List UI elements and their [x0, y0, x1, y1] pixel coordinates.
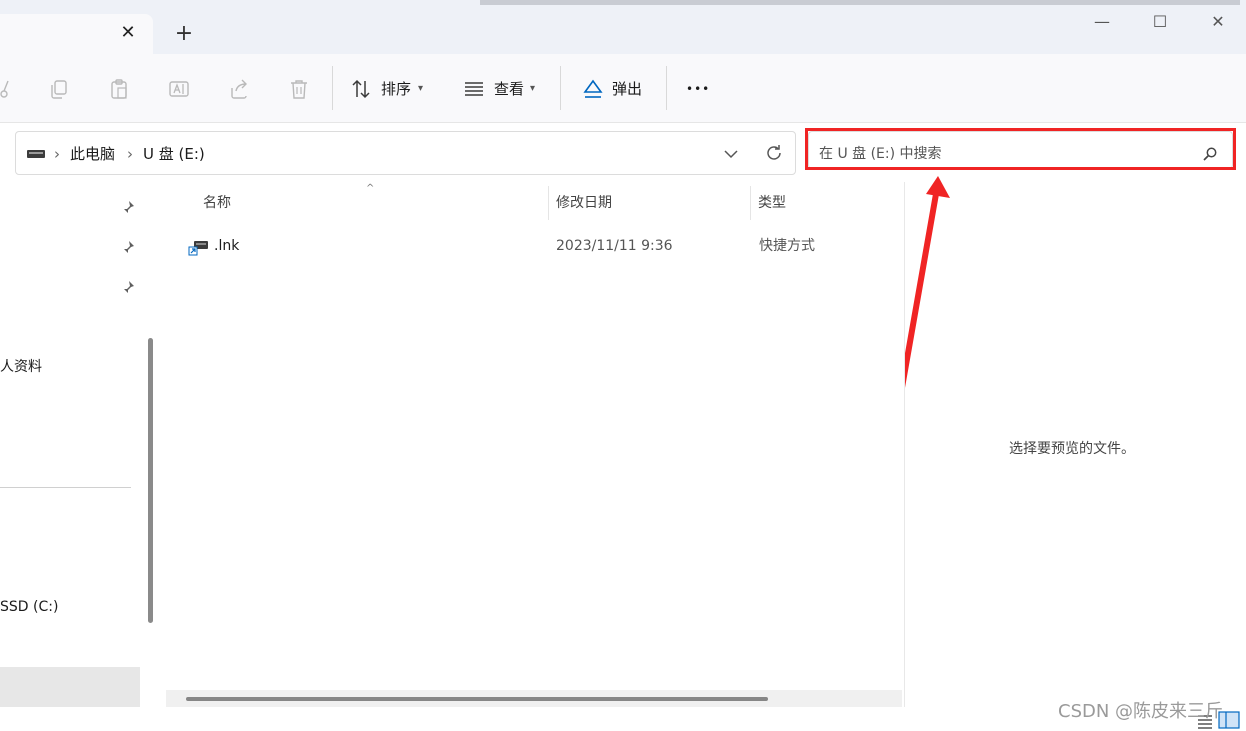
view-button[interactable]: 查看 [494, 78, 524, 100]
minimize-button[interactable]: — [1082, 10, 1122, 34]
view-chevron-icon: ▾ [530, 83, 536, 94]
file-list [163, 182, 904, 707]
navigation-pane [0, 182, 141, 707]
watermark-text: CSDN @陈皮来三斤 [1058, 701, 1224, 722]
toolbar-separator [332, 66, 333, 110]
pin-icon[interactable] [120, 239, 136, 255]
search-input[interactable]: 在 U 盘 (E:) 中搜索 [819, 143, 942, 165]
paste-icon[interactable] [108, 78, 130, 100]
file-type-cell: 快捷方式 [759, 238, 815, 254]
nav-item-profile[interactable]: 人资料 [0, 356, 42, 378]
drive-icon [27, 150, 45, 158]
refresh-icon[interactable] [764, 143, 784, 163]
search-icon[interactable] [1202, 146, 1218, 162]
share-icon[interactable] [228, 78, 250, 100]
nav-item-selected[interactable] [0, 667, 140, 707]
maximize-button[interactable]: ☐ [1140, 10, 1180, 34]
breadcrumb-chevron-icon: › [54, 145, 60, 163]
nav-item-drive-c[interactable]: SSD (C:) [0, 596, 58, 618]
file-name-cell[interactable]: .lnk [214, 235, 239, 257]
more-options-button[interactable]: ••• [686, 78, 710, 100]
pin-icon[interactable] [120, 199, 136, 215]
sort-chevron-icon: ▾ [418, 83, 424, 94]
tab-close-icon[interactable]: ✕ [118, 23, 138, 43]
breadcrumb-this-pc[interactable]: 此电脑 [70, 143, 115, 165]
column-header-modified[interactable]: 修改日期 [556, 192, 612, 214]
breadcrumb-u-drive[interactable]: U 盘 (E:) [143, 143, 205, 165]
horizontal-scrollbar-thumb[interactable] [186, 697, 768, 701]
sort-icon[interactable] [350, 78, 372, 100]
new-tab-button[interactable]: + [172, 23, 196, 47]
file-modified-cell: 2023/11/11 9:36 [556, 238, 673, 254]
preview-message: 选择要预览的文件。 [1009, 441, 1135, 457]
nav-divider [0, 487, 131, 488]
toolbar-separator [666, 66, 667, 110]
sort-ascending-icon: ^ [366, 183, 375, 194]
preview-divider [904, 182, 905, 707]
address-dropdown-icon[interactable] [722, 145, 740, 163]
shortcut-file-icon [188, 241, 208, 256]
column-divider[interactable] [548, 186, 549, 220]
column-divider[interactable] [750, 186, 751, 220]
column-header-name[interactable]: 名称 [203, 192, 231, 214]
close-window-button[interactable]: ✕ [1198, 10, 1238, 34]
breadcrumb-chevron-icon: › [127, 145, 133, 163]
delete-icon[interactable] [288, 78, 310, 100]
copy-icon[interactable] [48, 78, 70, 100]
background-window-strip [480, 0, 1240, 5]
sort-button[interactable]: 排序 [381, 78, 411, 100]
rename-icon[interactable] [168, 78, 190, 100]
eject-icon[interactable] [582, 78, 604, 100]
cut-icon[interactable] [0, 78, 14, 100]
column-header-type[interactable]: 类型 [758, 192, 786, 214]
pin-icon[interactable] [120, 279, 136, 295]
eject-button[interactable]: 弹出 [612, 78, 642, 100]
view-icon[interactable] [463, 78, 485, 100]
toolbar-separator [560, 66, 561, 110]
nav-scrollbar[interactable] [148, 338, 153, 623]
